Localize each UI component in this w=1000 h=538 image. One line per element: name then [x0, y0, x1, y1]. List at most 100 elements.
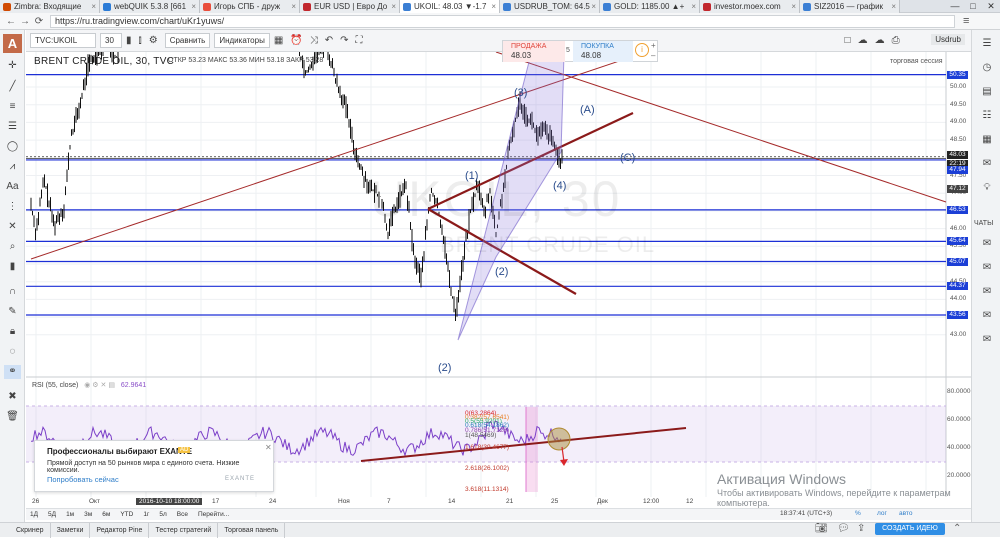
collapse-panel-icon[interactable]: ⌃	[953, 523, 961, 534]
chat-rooms-icon[interactable]: ✉	[978, 310, 996, 321]
range-button[interactable]: 5Д	[48, 511, 56, 518]
horizontal-lines-icon[interactable]: ≡	[4, 100, 21, 114]
browser-menu-icon[interactable]: ≡	[963, 15, 969, 27]
close-icon[interactable]: ✕	[265, 443, 272, 452]
plus-icon[interactable]: +	[651, 41, 656, 50]
bottom-tab[interactable]: Заметки	[51, 522, 91, 538]
browser-tab[interactable]: USDRUB_TOM: 64.5 ×	[500, 0, 600, 13]
templates-icon[interactable]: ▦	[274, 35, 283, 46]
close-button[interactable]: ✕	[982, 0, 1000, 13]
scale-mode-toggle[interactable]: лог	[877, 510, 887, 517]
cloud-load-icon[interactable]: ☁	[875, 35, 885, 46]
wave-label-3[interactable]: (3)	[514, 87, 527, 99]
tab-close-icon[interactable]: ×	[91, 2, 96, 11]
info-icon[interactable]: i	[635, 43, 649, 57]
ellipse-icon[interactable]: ◯	[4, 140, 21, 154]
browser-tab[interactable]: Zimbra: Входящие ×	[0, 0, 100, 13]
crosshair-icon[interactable]: ✛	[4, 59, 21, 73]
browser-tab[interactable]: webQUIK 5.3.8 [661 ×	[100, 0, 200, 13]
range-button[interactable]: Все	[177, 511, 188, 518]
patterns-icon[interactable]: ⩘	[4, 160, 21, 174]
forward-arrow-icon[interactable]: →	[18, 16, 32, 27]
settings-gear-icon[interactable]: ⚙	[149, 35, 158, 46]
maximize-button[interactable]: □	[964, 0, 982, 13]
range-button[interactable]: Перейти...	[198, 511, 229, 518]
hide-drawings-icon[interactable]: ◌	[4, 345, 21, 359]
hotlist-icon[interactable]: ☷	[978, 110, 996, 121]
sell-button[interactable]: ПРОДАЖА 48.03	[503, 41, 565, 62]
ideas-lightbulb-icon[interactable]: 💡︎	[978, 182, 996, 193]
zoom-icon[interactable]: ⌕	[4, 240, 21, 254]
link-icon[interactable]: ⚭	[4, 365, 21, 379]
range-button[interactable]: 6м	[102, 511, 110, 518]
text-icon[interactable]: Aa	[4, 180, 21, 194]
indicators-button[interactable]: Индикаторы	[214, 33, 270, 48]
range-button[interactable]: YTD	[120, 511, 133, 518]
range-button[interactable]: 5л	[159, 511, 166, 518]
symbol-search-input[interactable]: TVC:UKOIL	[30, 33, 96, 48]
browser-tab[interactable]: Игорь СПБ - друж ×	[200, 0, 300, 13]
tab-close-icon[interactable]: ×	[491, 2, 496, 11]
wave-label-c[interactable]: (C)	[620, 152, 635, 164]
camera-icon[interactable]: 📷︎	[815, 523, 828, 534]
stay-in-drawing-icon[interactable]: ✎	[4, 305, 21, 319]
url-input[interactable]: https://ru.tradingview.com/chart/uKr1yuw…	[50, 14, 955, 28]
range-button[interactable]: 1г	[143, 511, 149, 518]
snapshot-icon[interactable]: ⎙	[892, 35, 900, 46]
fibonacci-icon[interactable]: ⋮	[4, 200, 21, 214]
private-chat-icon[interactable]: ✉	[978, 262, 996, 273]
rsi-settings-icons[interactable]: ◉ ⚙ ✕ ▤	[84, 382, 115, 389]
interval-select[interactable]: 30	[100, 33, 122, 48]
tab-close-icon[interactable]: ×	[391, 2, 396, 11]
bars-style-icon[interactable]: ▮	[126, 35, 132, 46]
tab-close-icon[interactable]: ×	[591, 2, 596, 11]
news-icon[interactable]: ✉	[978, 158, 996, 169]
tab-close-icon[interactable]: ×	[691, 2, 696, 11]
minus-icon[interactable]: –	[651, 51, 655, 60]
wave-label-a[interactable]: (A)	[580, 104, 595, 116]
magnet-icon[interactable]: ∩	[4, 285, 21, 299]
layout-icon[interactable]: □	[845, 35, 851, 46]
user-menu[interactable]: Usdrub	[931, 34, 965, 45]
bar-replay-icon[interactable]: ⤨	[310, 35, 318, 46]
trendline-icon[interactable]: ╱	[4, 80, 21, 94]
range-button[interactable]: 1Д	[30, 511, 38, 518]
channel-icon[interactable]: ☰	[4, 120, 21, 134]
tab-close-icon[interactable]: ×	[291, 2, 296, 11]
chat-icon[interactable]: ✉	[978, 238, 996, 249]
fullscreen-icon[interactable]: ⛶	[356, 35, 363, 46]
compare-button[interactable]: Сравнить	[164, 33, 211, 48]
back-arrow-icon[interactable]: ←	[4, 16, 18, 27]
scale-mode-toggle[interactable]: авто	[899, 510, 912, 517]
publish-idea-button[interactable]: СОЗДАТЬ ИДЕЮ	[875, 523, 945, 535]
exante-ad-popup[interactable]: Профессионалы выбирают EXANTE AD ✕ Прямо…	[34, 440, 274, 492]
browser-tab[interactable]: EUR USD | Евро До ×	[300, 0, 400, 13]
bottom-tab[interactable]: Торговая панель	[218, 522, 286, 538]
watchlist-icon[interactable]: ☰	[978, 38, 996, 49]
chart-legend-title[interactable]: BRENT CRUDE OIL, 30, TVC	[34, 56, 174, 67]
bottom-tab[interactable]: Скринер	[10, 522, 51, 538]
alerts-clock-icon[interactable]: ◷	[978, 62, 996, 73]
reload-icon[interactable]: ⟳	[32, 16, 46, 27]
chat-bubble-icon[interactable]: 💬︎	[837, 523, 850, 534]
tab-close-icon[interactable]: ×	[891, 2, 896, 11]
bottom-tab[interactable]: Тестер стратегий	[149, 522, 219, 538]
chat-rooms-icon-2[interactable]: ✉	[978, 334, 996, 345]
ad-try-link[interactable]: Попробовать сейчас	[47, 475, 119, 484]
browser-tab[interactable]: SIZ2016 — график ×	[800, 0, 900, 13]
buy-button[interactable]: ПОКУПКА 48.08	[573, 41, 633, 62]
data-window-icon[interactable]: ▤	[978, 86, 996, 97]
candles-style-icon[interactable]: ⫾	[139, 35, 142, 46]
browser-tab[interactable]: investor.moex.com ×	[700, 0, 800, 13]
tab-close-icon[interactable]: ×	[191, 2, 196, 11]
redo-icon[interactable]: ↷	[340, 35, 348, 46]
alert-icon[interactable]: ⏰	[290, 35, 302, 46]
tradingview-logo-icon[interactable]: A	[3, 34, 22, 53]
lock-icon[interactable]: 🔒︎	[4, 325, 21, 339]
streams-icon[interactable]: ✉	[978, 286, 996, 297]
utc-clock[interactable]: 18:37:41 (UTC+3)	[780, 510, 832, 517]
bottom-tab[interactable]: Редактор Pine	[90, 522, 150, 538]
trash-icon[interactable]: 🗑︎	[4, 410, 21, 424]
wave-label-4[interactable]: (4)	[553, 180, 566, 192]
calendar-icon[interactable]: ▦	[978, 134, 996, 145]
